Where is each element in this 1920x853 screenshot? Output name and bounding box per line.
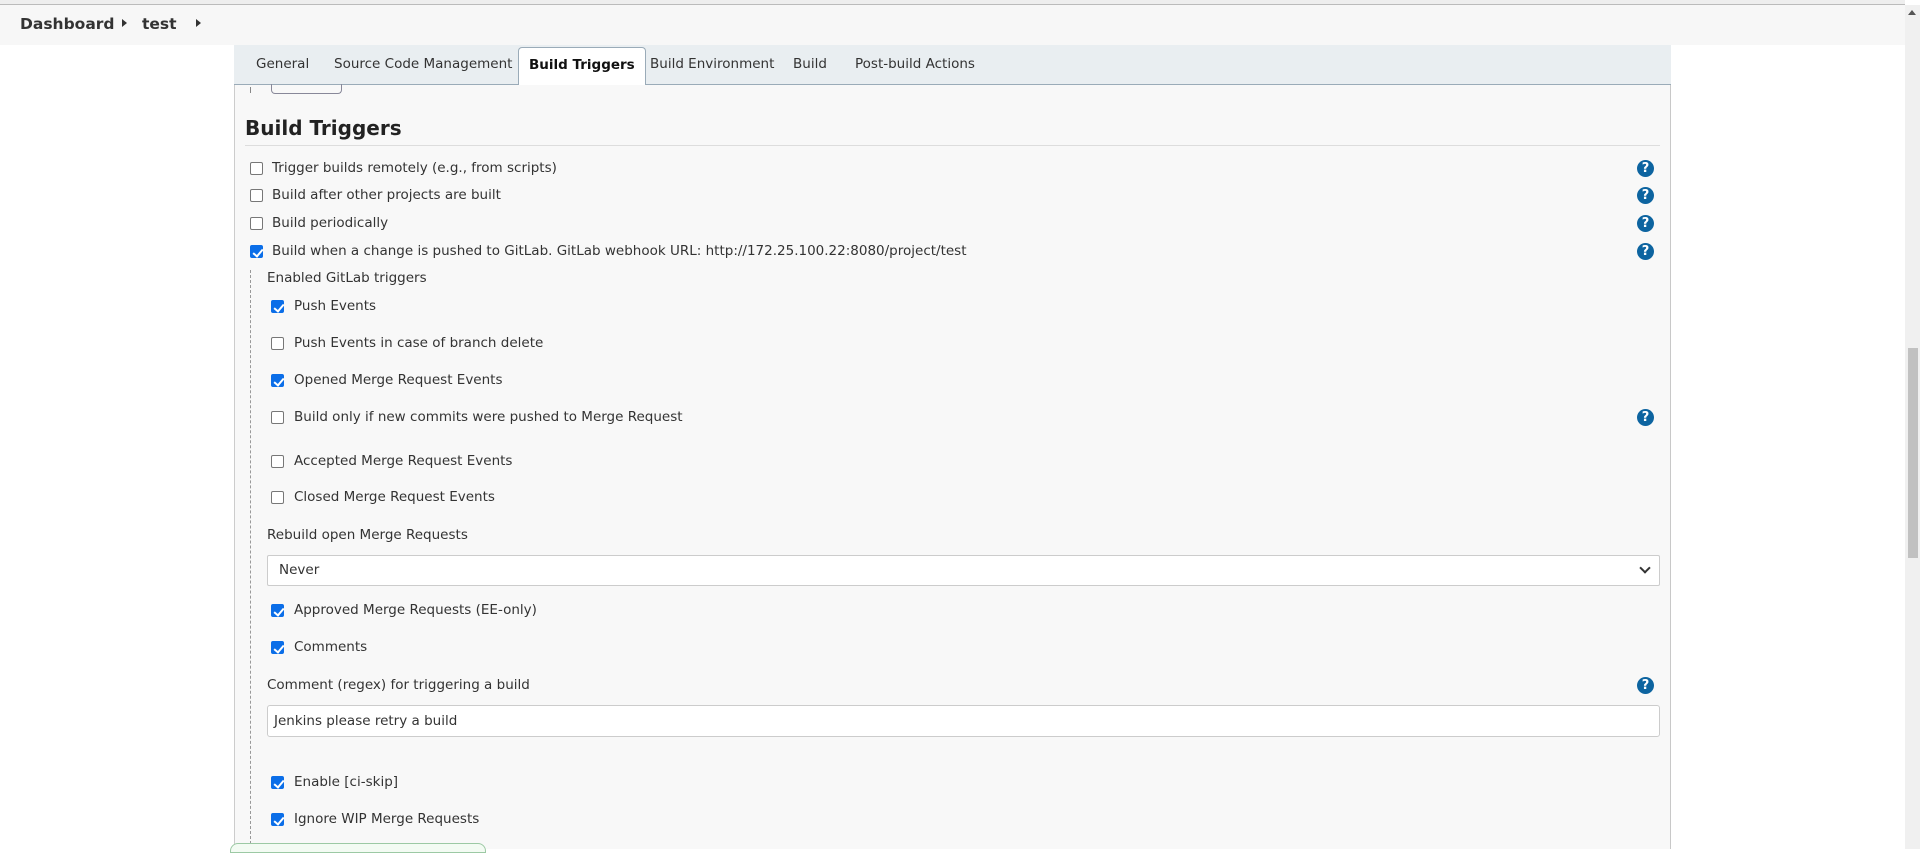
tab-build[interactable]: Build bbox=[793, 56, 827, 72]
nested-section-line bbox=[250, 270, 251, 849]
approved-mr-label: Approved Merge Requests (EE-only) bbox=[294, 602, 537, 618]
comments-label: Comments bbox=[294, 639, 368, 655]
push-events-label: Push Events bbox=[294, 298, 377, 314]
help-icon[interactable]: ? bbox=[1637, 160, 1654, 177]
new-commits-mr-label: Build only if new commits were pushed to… bbox=[294, 409, 683, 425]
trigger-gitlab-label: Build when a change is pushed to GitLab.… bbox=[272, 243, 967, 259]
rebuild-select-value: Never bbox=[279, 562, 320, 578]
trigger-after-other-label: Build after other projects are built bbox=[272, 187, 501, 203]
breadcrumb-caret-icon[interactable] bbox=[122, 19, 127, 27]
help-icon[interactable]: ? bbox=[1637, 409, 1654, 426]
clipped-button[interactable] bbox=[271, 84, 342, 94]
new-commits-mr-checkbox[interactable] bbox=[271, 411, 284, 424]
rebuild-open-mr-label: Rebuild open Merge Requests bbox=[267, 527, 468, 543]
tab-post-build-actions[interactable]: Post-build Actions bbox=[855, 56, 975, 72]
comment-regex-value: Jenkins please retry a build bbox=[274, 713, 458, 729]
approved-mr-checkbox[interactable] bbox=[271, 604, 284, 617]
push-branch-delete-label: Push Events in case of branch delete bbox=[294, 335, 544, 351]
opened-mr-checkbox[interactable] bbox=[271, 374, 284, 387]
tab-build-triggers[interactable]: Build Triggers bbox=[518, 47, 646, 85]
enabled-gitlab-triggers-label: Enabled GitLab triggers bbox=[267, 270, 427, 286]
accepted-mr-checkbox[interactable] bbox=[271, 455, 284, 468]
ci-skip-label: Enable [ci-skip] bbox=[294, 774, 399, 790]
trigger-after-other-checkbox[interactable] bbox=[250, 189, 263, 202]
tab-source-code-management[interactable]: Source Code Management bbox=[334, 56, 512, 72]
closed-mr-checkbox[interactable] bbox=[271, 491, 284, 504]
ignore-wip-checkbox[interactable] bbox=[271, 813, 284, 826]
tab-general[interactable]: General bbox=[256, 56, 309, 72]
breadcrumb-caret-icon[interactable] bbox=[196, 19, 201, 27]
help-icon[interactable]: ? bbox=[1637, 243, 1654, 260]
tab-build-environment[interactable]: Build Environment bbox=[650, 56, 774, 72]
ignore-wip-label: Ignore WIP Merge Requests bbox=[294, 811, 480, 827]
help-icon[interactable]: ? bbox=[1637, 187, 1654, 204]
closed-mr-label: Closed Merge Request Events bbox=[294, 489, 495, 505]
breadcrumb-bar: Dashboard test bbox=[0, 5, 1905, 45]
trigger-remote-label: Trigger builds remotely (e.g., from scri… bbox=[272, 160, 557, 176]
ci-skip-checkbox[interactable] bbox=[271, 776, 284, 789]
help-icon[interactable]: ? bbox=[1637, 677, 1654, 694]
trigger-remote-checkbox[interactable] bbox=[250, 162, 263, 175]
scrollbar-thumb[interactable] bbox=[1908, 348, 1918, 558]
push-branch-delete-checkbox[interactable] bbox=[271, 337, 284, 350]
section-title: Build Triggers bbox=[245, 116, 402, 140]
comment-regex-label: Comment (regex) for triggering a build bbox=[267, 677, 530, 693]
rebuild-open-mr-select[interactable]: Never bbox=[267, 555, 1660, 586]
breadcrumb-dashboard[interactable]: Dashboard bbox=[20, 15, 115, 33]
config-tabs: General Source Code Management Build Tri… bbox=[234, 45, 1671, 85]
section-divider bbox=[245, 145, 1660, 146]
trigger-periodically-label: Build periodically bbox=[272, 215, 389, 231]
scroll-up-arrow-icon[interactable] bbox=[1908, 10, 1916, 15]
notification-box bbox=[230, 843, 486, 853]
chevron-down-icon bbox=[1639, 562, 1651, 574]
trigger-periodically-checkbox[interactable] bbox=[250, 217, 263, 230]
trigger-gitlab-checkbox[interactable] bbox=[250, 245, 263, 258]
section-line bbox=[250, 87, 251, 93]
comment-regex-input[interactable]: Jenkins please retry a build bbox=[267, 705, 1660, 737]
push-events-checkbox[interactable] bbox=[271, 300, 284, 313]
accepted-mr-label: Accepted Merge Request Events bbox=[294, 453, 513, 469]
opened-mr-label: Opened Merge Request Events bbox=[294, 372, 503, 388]
help-icon[interactable]: ? bbox=[1637, 215, 1654, 232]
breadcrumb-test[interactable]: test bbox=[142, 15, 177, 33]
comments-checkbox[interactable] bbox=[271, 641, 284, 654]
